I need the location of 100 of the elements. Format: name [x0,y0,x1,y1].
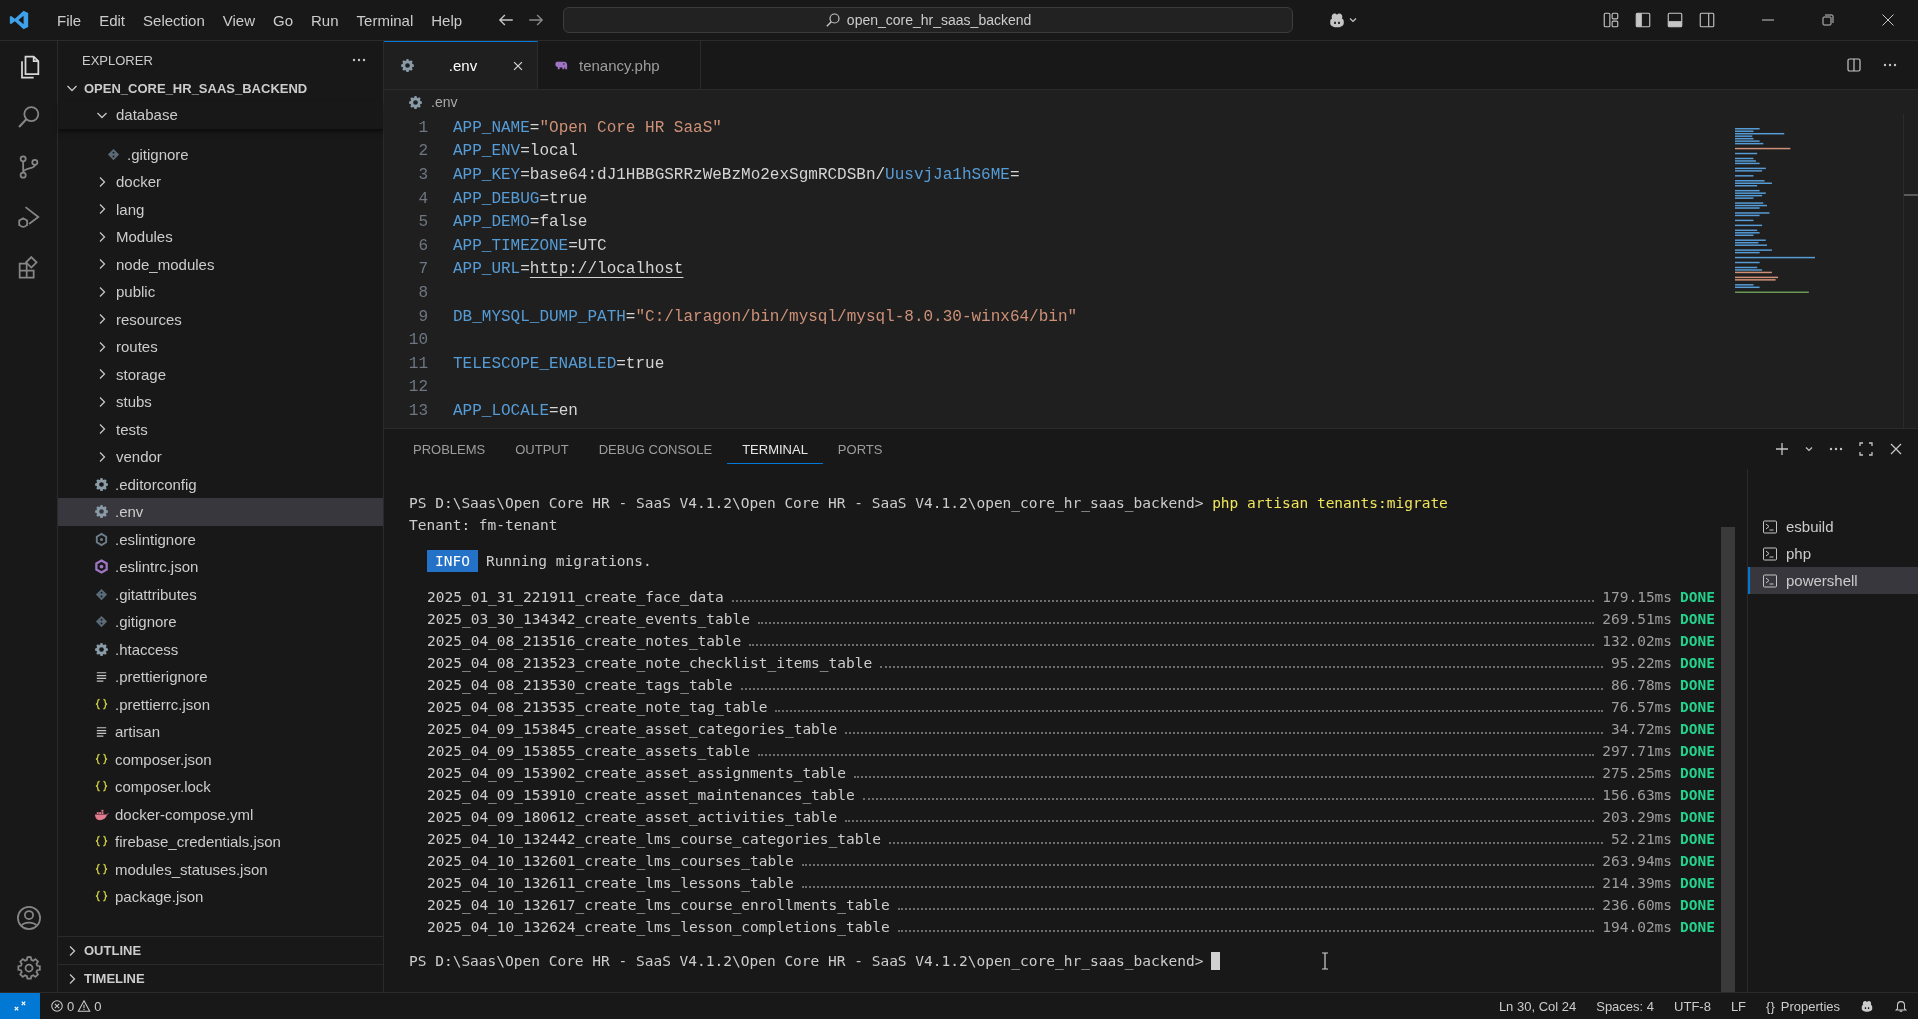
migration-status: DONE [1680,831,1715,847]
menu-item[interactable]: Selection [134,7,214,33]
explorer-file[interactable]: .eslintrc.json [58,553,383,581]
explorer-file[interactable]: docker-compose.yml [58,800,383,828]
explorer-file[interactable]: .gitignore [58,608,383,636]
explorer-file[interactable]: .prettierignore [58,663,383,691]
explorer-folder[interactable]: vendor [58,443,383,471]
project-folder[interactable]: OPEN_CORE_HR_SAAS_BACKEND [58,75,383,101]
migration-status: DONE [1680,787,1715,803]
line-ending-status[interactable]: LF [1720,998,1757,1014]
menu-item[interactable]: Help [422,7,472,33]
explorer-folder[interactable]: stubs [58,388,383,416]
migration-status: DONE [1680,721,1715,737]
caret-icon[interactable] [1804,444,1814,454]
bell-icon[interactable] [1894,999,1908,1013]
panel-tab[interactable]: TERMINAL [727,434,823,464]
explorer-file[interactable]: composer.json [58,745,383,773]
caret-icon [1348,15,1359,25]
menu-item[interactable]: File [48,7,91,33]
explorer-file[interactable]: .editorconfig [58,470,383,498]
explorer-file[interactable]: package.json [58,883,383,911]
migration-time: 132.02ms [1602,633,1673,649]
explorer-file[interactable]: .env [58,498,383,526]
explorer-folder[interactable]: database [58,101,383,129]
migration-status: DONE [1680,919,1715,935]
bottom-panel-icon[interactable] [1666,11,1684,29]
gear-icon [94,641,109,657]
explorer-folder[interactable]: node_modules [58,250,383,278]
menu-item[interactable]: Edit [90,7,135,33]
explorer-file[interactable]: .prettierrc.json [58,690,383,718]
code-line: APP_DEBUG=true [453,189,588,208]
migration-time: 52.21ms [1610,831,1673,847]
line-number: 4 [417,189,429,208]
explorer-file[interactable]: modules_statuses.json [58,855,383,883]
migration-status: DONE [1680,743,1715,759]
code-line: DB_MYSQL_DUMP_PATH="C:/laragon/bin/mysql/mysql-8.0.30-winx64/bin" [453,307,1078,326]
plus-icon[interactable] [1774,441,1790,457]
terminal-icon [1762,572,1778,589]
i-beam-cursor-icon [1320,952,1331,970]
explorer-file[interactable]: .eslintignore [58,525,383,553]
account-icon[interactable] [14,904,43,932]
editor-tab[interactable]: .env [384,41,538,89]
indentation-status[interactable]: Spaces: 4 [1586,998,1665,1014]
split-editor-icon[interactable] [1846,57,1862,73]
explorer-file[interactable]: .gitignore [58,140,383,168]
panel-tab[interactable]: PORTS [822,434,898,464]
search-field[interactable]: open_core_hr_saas_backend [563,7,1294,33]
section-header[interactable]: OUTLINE [58,936,383,964]
menu-item[interactable]: View [213,7,264,33]
restore-icon[interactable] [1820,12,1836,28]
remote-icon [13,999,27,1013]
terminal-icon [1762,545,1778,562]
diamond-icon [106,146,121,162]
explorer-folder[interactable]: resources [58,305,383,333]
robot-icon[interactable] [1860,999,1874,1013]
breadcrumb[interactable]: .env [384,90,458,114]
migration-name: 2025_04_10_132442_create_lms_course_categories_table [427,830,881,850]
terminal-item[interactable]: esbuild [1748,513,1918,540]
menu-item[interactable]: Go [264,7,302,33]
migration-name: 2025_04_09_180612_create_asset_activities_table [427,808,838,828]
migration-name: 2025_04_08_213535_create_note_tag_table [427,698,768,718]
explorer-folder[interactable]: tests [58,415,383,443]
explorer-file[interactable]: .htaccess [58,635,383,663]
close-icon[interactable] [1888,441,1904,457]
line-number: 3 [417,166,429,184]
migration-status: DONE [1680,655,1715,671]
migration-name: 2025_04_10_132611_create_lms_lessons_table [427,874,794,894]
panel-tab[interactable]: OUTPUT [500,434,584,464]
explorer-folder[interactable]: routes [58,333,383,361]
explorer-file[interactable]: artisan [58,718,383,746]
migration-time: 214.39ms [1602,875,1673,891]
migration-name: 2025_04_10_132601_create_lms_courses_table [427,852,794,872]
scrollbar-thumb[interactable] [1721,527,1735,992]
problems-status[interactable]: 0 0 [40,998,112,1014]
explorer-folder[interactable]: storage [58,360,383,388]
explorer-file[interactable]: .gitattributes [58,580,383,608]
panel-tab[interactable]: PROBLEMS [398,434,501,464]
right-sidebar-icon[interactable] [1698,11,1716,29]
explorer-folder[interactable]: lang [58,195,383,223]
language-mode[interactable]: {} Properties [1756,998,1850,1014]
explorer-file[interactable]: composer.lock [58,773,383,801]
menu-item[interactable]: Run [302,7,348,33]
cursor-position[interactable]: Ln 30, Col 24 [1488,998,1587,1014]
close-icon[interactable] [1880,12,1896,28]
scrollbar-thumb[interactable] [1904,194,1918,196]
explorer-folder[interactable]: Modules [58,223,383,251]
maximize-icon[interactable] [1858,441,1874,457]
encoding-status[interactable]: UTF-8 [1664,998,1721,1014]
menu-item[interactable]: Terminal [347,7,423,33]
terminal-line: PS D:\Saas\Open Core HR - SaaS V4.1.2\Open Core HR - SaaS V4.1.2\open_core_hr_saas_backend> [409,952,1204,972]
migration-name: 2025_04_09_153855_create_assets_table [427,742,750,762]
explorer-folder[interactable]: public [58,278,383,306]
terminal-item[interactable]: php [1748,540,1918,567]
panel-tab[interactable]: DEBUG CONSOLE [583,434,728,464]
left-sidebar-icon[interactable] [1634,11,1652,29]
line-number: 6 [417,236,429,255]
terminal-item[interactable]: powershell [1748,567,1918,594]
layout-icon[interactable] [1602,11,1620,29]
explorer-file[interactable]: firebase_credentials.json [58,828,383,856]
explorer-folder[interactable]: docker [58,168,383,196]
